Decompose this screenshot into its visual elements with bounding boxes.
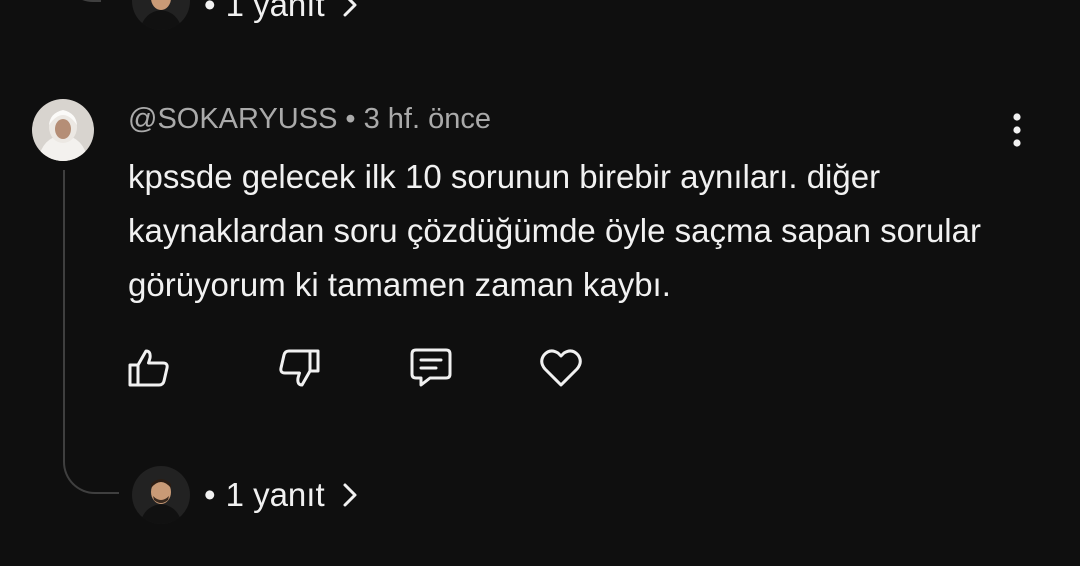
view-replies-link[interactable]: • 1 yanıt — [204, 476, 359, 514]
dislike-button[interactable] — [276, 345, 322, 391]
thumbs-up-icon — [126, 345, 172, 391]
thread-connector-line-top — [63, 0, 101, 2]
comment-timestamp[interactable]: 3 hf. önce — [364, 103, 491, 135]
comment-icon — [408, 345, 454, 391]
comment-meta: @SOKARYUSS • 3 hf. önce — [128, 103, 491, 136]
bullet-separator: • — [345, 103, 356, 135]
more-vertical-icon[interactable] — [1000, 110, 1034, 150]
comment-author-handle[interactable]: @SOKARYUSS — [128, 103, 337, 135]
replies-count: 1 yanıt — [225, 0, 325, 23]
heart-button[interactable] — [538, 345, 584, 391]
bullet-separator: • — [204, 0, 216, 23]
thread-connector-line — [63, 170, 119, 494]
reply-button[interactable] — [408, 345, 454, 391]
heart-icon — [538, 345, 584, 391]
reply-author-avatar[interactable] — [132, 466, 190, 524]
thumbs-down-icon — [276, 345, 322, 391]
like-button[interactable] — [126, 345, 172, 391]
view-replies-link[interactable]: • 1 yanıt — [204, 0, 359, 24]
replies-count: 1 yanıt — [225, 476, 325, 513]
comment-text: kpssde gelecek ilk 10 sorunun birebir ay… — [128, 158, 981, 303]
chevron-right-icon — [341, 481, 359, 509]
bullet-separator: • — [204, 476, 216, 513]
chevron-right-icon — [341, 0, 359, 19]
reply-author-avatar[interactable] — [132, 0, 190, 30]
comment-author-avatar[interactable] — [32, 99, 94, 161]
